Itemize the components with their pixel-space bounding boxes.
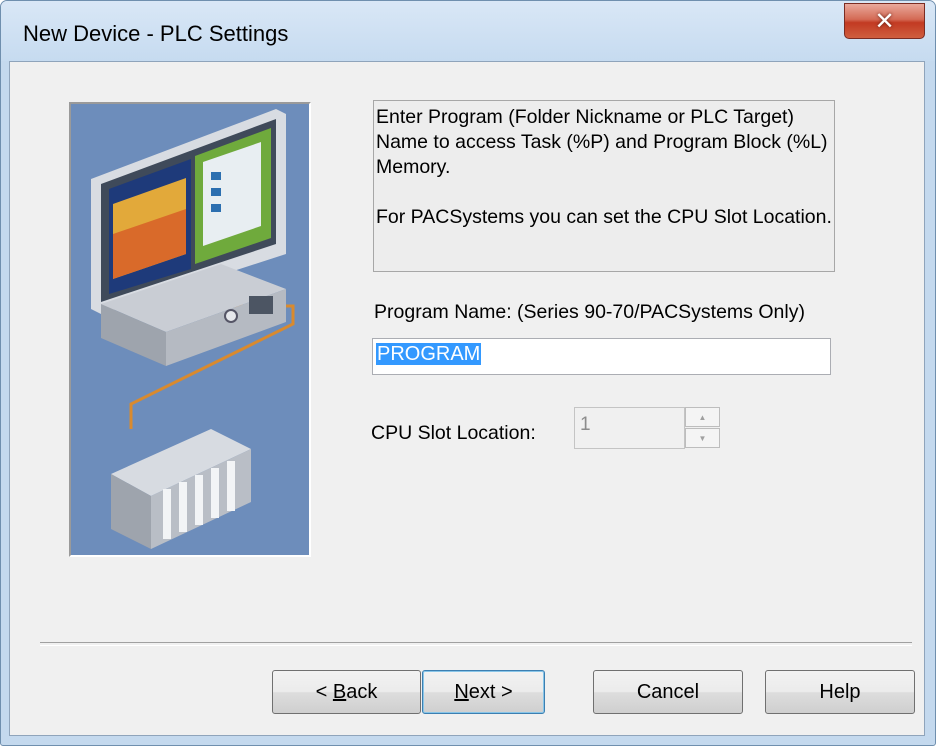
button-divider [40,642,912,646]
spin-down-icon[interactable]: ▼ [685,428,720,448]
program-name-value: PROGRAM [376,343,482,365]
cpu-slot-input[interactable]: 1 [574,407,685,449]
back-button[interactable]: < Back [272,670,421,714]
close-button[interactable]: ✕ [844,3,925,39]
description-box: Enter Program (Folder Nickname or PLC Ta… [373,100,835,272]
program-name-label: Program Name: (Series 90-70/PACSystems O… [374,301,805,323]
description-paragraph-1: Enter Program (Folder Nickname or PLC Ta… [376,106,828,178]
spin-up-icon[interactable]: ▲ [685,407,720,427]
description-paragraph-2: For PACSystems you can set the CPU Slot … [376,206,832,228]
close-icon: ✕ [874,7,895,35]
program-name-input[interactable]: PROGRAM [372,338,831,375]
next-mnemonic: N [454,680,469,703]
back-prefix: < [315,680,333,703]
cancel-button[interactable]: Cancel [593,670,743,714]
title-bar[interactable]: New Device - PLC Settings ✕ [1,1,935,61]
dialog-body: Enter Program (Folder Nickname or PLC Ta… [9,61,925,736]
next-button[interactable]: Next > [422,670,545,714]
cpu-slot-label: CPU Slot Location: [371,422,536,444]
window-title: New Device - PLC Settings [23,21,289,46]
computer-plc-illustration-icon [69,102,311,557]
next-label-rest: ext > [468,680,513,703]
back-mnemonic: B [332,680,347,703]
cpu-slot-spinner[interactable]: ▲ ▼ [685,407,720,449]
back-label-rest: ack [346,680,378,703]
dialog-window: New Device - PLC Settings ✕ Enter Progra… [0,0,936,746]
help-button[interactable]: Help [765,670,915,714]
